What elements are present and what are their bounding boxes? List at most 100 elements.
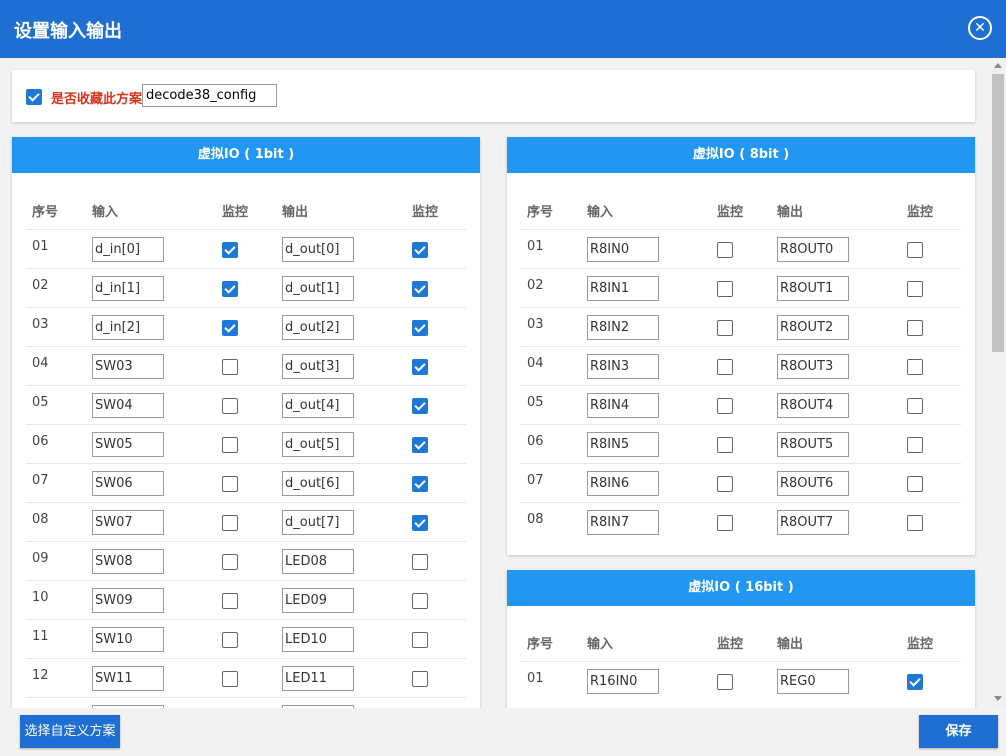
output-signal-field[interactable] bbox=[282, 237, 354, 262]
input-signal-field[interactable] bbox=[587, 237, 659, 262]
output-signal-field[interactable] bbox=[777, 471, 849, 496]
input-monitor-checkbox[interactable] bbox=[222, 242, 238, 258]
input-signal-field[interactable] bbox=[92, 471, 164, 496]
vertical-scrollbar[interactable] bbox=[990, 58, 1006, 708]
output-monitor-checkbox[interactable] bbox=[412, 437, 428, 453]
input-monitor-checkbox[interactable] bbox=[717, 281, 733, 297]
output-signal-field[interactable] bbox=[777, 276, 849, 301]
input-signal-field[interactable] bbox=[92, 276, 164, 301]
output-monitor-checkbox[interactable] bbox=[412, 281, 428, 297]
input-signal-field[interactable] bbox=[92, 588, 164, 613]
input-signal-field[interactable] bbox=[587, 393, 659, 418]
output-signal-field[interactable] bbox=[777, 393, 849, 418]
output-monitor-checkbox[interactable] bbox=[412, 398, 428, 414]
input-signal-field[interactable] bbox=[587, 669, 659, 694]
input-monitor-checkbox[interactable] bbox=[222, 671, 238, 687]
output-monitor-checkbox[interactable] bbox=[907, 515, 923, 531]
input-signal-field[interactable] bbox=[92, 627, 164, 652]
input-monitor-checkbox[interactable] bbox=[222, 398, 238, 414]
output-monitor-checkbox[interactable] bbox=[907, 242, 923, 258]
output-monitor-checkbox[interactable] bbox=[412, 554, 428, 570]
output-monitor-checkbox[interactable] bbox=[907, 320, 923, 336]
input-monitor-checkbox[interactable] bbox=[717, 242, 733, 258]
output-signal-field[interactable] bbox=[282, 510, 354, 535]
scheme-name-input[interactable] bbox=[142, 84, 277, 107]
input-monitor-checkbox[interactable] bbox=[717, 476, 733, 492]
output-signal-field[interactable] bbox=[282, 471, 354, 496]
output-signal-field[interactable] bbox=[777, 432, 849, 457]
input-monitor-checkbox[interactable] bbox=[222, 632, 238, 648]
output-monitor-checkbox[interactable] bbox=[412, 632, 428, 648]
output-signal-field[interactable] bbox=[777, 354, 849, 379]
input-signal-field[interactable] bbox=[92, 354, 164, 379]
input-monitor-checkbox[interactable] bbox=[222, 281, 238, 297]
input-monitor-checkbox[interactable] bbox=[717, 398, 733, 414]
save-button[interactable]: 保存 bbox=[919, 715, 998, 748]
output-monitor-checkbox[interactable] bbox=[907, 674, 923, 690]
output-monitor-checkbox[interactable] bbox=[412, 242, 428, 258]
output-monitor-checkbox[interactable] bbox=[412, 476, 428, 492]
column-header-monitor: 监控 bbox=[412, 205, 439, 220]
favorite-checkbox[interactable] bbox=[26, 89, 42, 105]
output-monitor-checkbox[interactable] bbox=[907, 437, 923, 453]
close-icon[interactable]: ✕ bbox=[968, 16, 992, 40]
input-signal-field[interactable] bbox=[92, 510, 164, 535]
scroll-up-icon[interactable] bbox=[994, 63, 1002, 68]
input-monitor-checkbox[interactable] bbox=[222, 554, 238, 570]
output-monitor-checkbox[interactable] bbox=[907, 476, 923, 492]
input-signal-field[interactable] bbox=[92, 393, 164, 418]
row-index: 02 bbox=[527, 278, 544, 293]
column-header-input: 输入 bbox=[587, 637, 614, 652]
output-signal-field[interactable] bbox=[282, 354, 354, 379]
output-signal-field[interactable] bbox=[777, 237, 849, 262]
panel-header: 虚拟IO ( 16bit ) bbox=[507, 570, 975, 606]
input-monitor-checkbox[interactable] bbox=[717, 359, 733, 375]
input-signal-field[interactable] bbox=[92, 315, 164, 340]
output-signal-field[interactable] bbox=[777, 510, 849, 535]
input-monitor-checkbox[interactable] bbox=[222, 437, 238, 453]
input-monitor-checkbox[interactable] bbox=[717, 674, 733, 690]
output-signal-field[interactable] bbox=[282, 549, 354, 574]
output-monitor-checkbox[interactable] bbox=[412, 359, 428, 375]
output-signal-field[interactable] bbox=[282, 315, 354, 340]
input-monitor-checkbox[interactable] bbox=[717, 320, 733, 336]
input-monitor-checkbox[interactable] bbox=[222, 593, 238, 609]
output-monitor-checkbox[interactable] bbox=[907, 398, 923, 414]
input-signal-field[interactable] bbox=[587, 432, 659, 457]
output-signal-field[interactable] bbox=[282, 276, 354, 301]
input-signal-field[interactable] bbox=[587, 354, 659, 379]
input-monitor-checkbox[interactable] bbox=[222, 359, 238, 375]
scroll-down-icon[interactable] bbox=[994, 696, 1002, 701]
output-monitor-checkbox[interactable] bbox=[412, 515, 428, 531]
input-monitor-checkbox[interactable] bbox=[222, 476, 238, 492]
input-monitor-checkbox[interactable] bbox=[717, 515, 733, 531]
output-signal-field[interactable] bbox=[282, 627, 354, 652]
output-signal-field[interactable] bbox=[282, 588, 354, 613]
input-signal-field[interactable] bbox=[92, 549, 164, 574]
input-monitor-checkbox[interactable] bbox=[222, 320, 238, 336]
output-signal-field[interactable] bbox=[282, 666, 354, 691]
output-signal-field[interactable] bbox=[282, 432, 354, 457]
input-signal-field[interactable] bbox=[587, 471, 659, 496]
row-index: 04 bbox=[527, 356, 544, 371]
input-signal-field[interactable] bbox=[92, 666, 164, 691]
output-monitor-checkbox[interactable] bbox=[907, 359, 923, 375]
input-signal-field[interactable] bbox=[587, 510, 659, 535]
scroll-thumb[interactable] bbox=[992, 74, 1004, 352]
input-signal-field[interactable] bbox=[92, 237, 164, 262]
input-signal-field[interactable] bbox=[587, 276, 659, 301]
output-monitor-checkbox[interactable] bbox=[412, 320, 428, 336]
panel-io-8bit: 虚拟IO ( 8bit ) 序号 输入 监控 输出 监控 01 02 03 04 05 06 07 08 bbox=[507, 137, 975, 555]
output-signal-field[interactable] bbox=[777, 315, 849, 340]
output-monitor-checkbox[interactable] bbox=[412, 671, 428, 687]
input-monitor-checkbox[interactable] bbox=[717, 437, 733, 453]
output-signal-field[interactable] bbox=[282, 393, 354, 418]
input-signal-field[interactable] bbox=[587, 315, 659, 340]
output-monitor-checkbox[interactable] bbox=[412, 593, 428, 609]
choose-custom-scheme-button[interactable]: 选择自定义方案 bbox=[20, 715, 120, 748]
input-monitor-checkbox[interactable] bbox=[222, 515, 238, 531]
row-index: 08 bbox=[32, 512, 49, 527]
input-signal-field[interactable] bbox=[92, 432, 164, 457]
output-signal-field[interactable] bbox=[777, 669, 849, 694]
output-monitor-checkbox[interactable] bbox=[907, 281, 923, 297]
